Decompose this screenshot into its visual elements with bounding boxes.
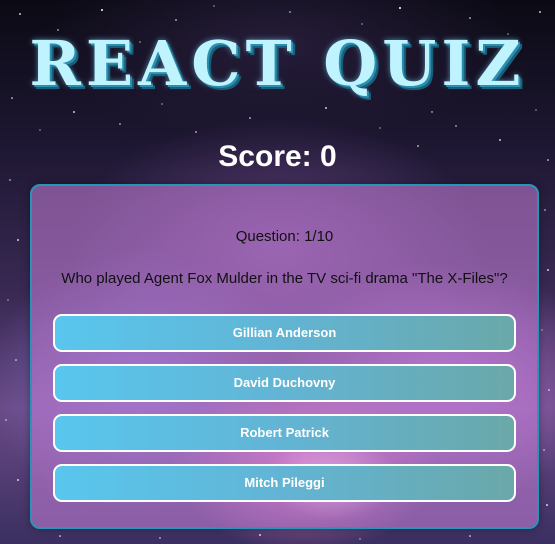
answer-button-1[interactable]: Gillian Anderson [53,314,516,352]
answer-list: Gillian Anderson David Duchovny Robert P… [53,314,516,514]
answer-button-2[interactable]: David Duchovny [53,364,516,402]
question-text: Who played Agent Fox Mulder in the TV sc… [61,270,508,287]
app-title: REACT QUIZ [29,27,526,100]
answer-button-4[interactable]: Mitch Pileggi [53,464,516,502]
score-display: Score: 0 [218,140,337,173]
question-card: Question: 1/10 Who played Agent Fox Muld… [30,184,539,529]
answer-button-3[interactable]: Robert Patrick [53,414,516,452]
question-counter: Question: 1/10 [235,228,334,245]
